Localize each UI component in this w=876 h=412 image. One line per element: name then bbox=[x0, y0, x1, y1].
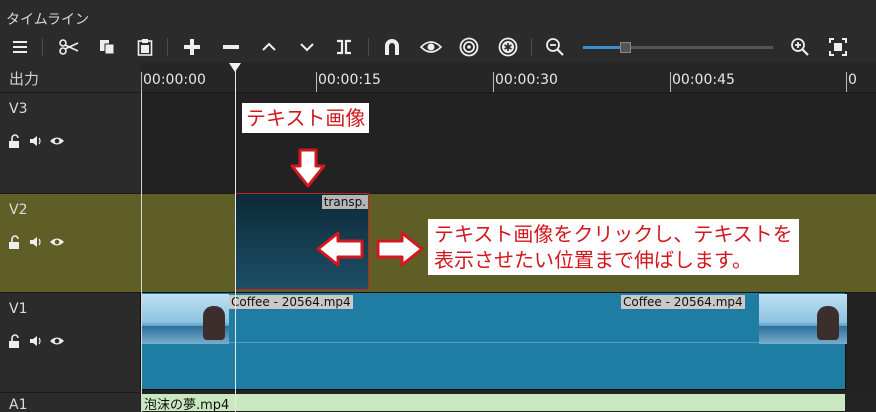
scrub-eye-icon[interactable] bbox=[419, 35, 443, 59]
ripple-all-icon[interactable]: ✱ bbox=[496, 35, 520, 59]
clip-label: 泡沫の夢.mp4 bbox=[144, 398, 230, 412]
mute-icon[interactable] bbox=[28, 133, 44, 149]
menu-icon[interactable] bbox=[8, 35, 32, 59]
zoom-fit-icon[interactable] bbox=[826, 35, 850, 59]
time-ruler[interactable]: 00:00:00 00:00:15 00:00:30 00:00:45 0 bbox=[140, 62, 876, 92]
annotation-text-image: テキスト画像 bbox=[242, 103, 370, 133]
video-clip[interactable]: Coffee - 20564.mp4 Coffee - 20564.mp4 bbox=[140, 292, 847, 390]
ruler-tick bbox=[846, 72, 847, 92]
lock-icon[interactable] bbox=[7, 234, 23, 250]
track-name: A1 bbox=[9, 397, 28, 412]
ruler-tick bbox=[493, 72, 494, 92]
ruler-label: 00:00:45 bbox=[672, 72, 735, 88]
arrow-left-icon bbox=[316, 231, 364, 267]
zoom-slider-fill bbox=[583, 46, 625, 49]
track-name: V2 bbox=[9, 202, 28, 218]
toolbar-separator bbox=[42, 38, 43, 56]
audio-waveform-line bbox=[141, 342, 845, 343]
mute-icon[interactable] bbox=[28, 234, 44, 250]
arrow-right-icon bbox=[376, 231, 424, 267]
track-name: V1 bbox=[9, 301, 28, 317]
ruler-label: 00:00:00 bbox=[143, 72, 206, 88]
clip-label: Coffee - 20564.mp4 bbox=[229, 295, 353, 309]
eye-icon[interactable] bbox=[49, 234, 65, 250]
overwrite-down-icon[interactable] bbox=[295, 35, 319, 59]
track-name: V3 bbox=[9, 101, 28, 117]
arrow-down-icon bbox=[290, 148, 326, 188]
copy-icon[interactable] bbox=[95, 35, 119, 59]
track-header-a1[interactable]: A1 bbox=[0, 392, 140, 412]
audio-clip[interactable]: 泡沫の夢.mp4 bbox=[140, 393, 846, 412]
annotation-line: 表示させたい位置まで伸ばします。 bbox=[434, 248, 752, 272]
timeline-panel-title: タイムライン bbox=[0, 0, 876, 32]
playhead-line[interactable] bbox=[235, 66, 236, 412]
zoom-in-icon[interactable] bbox=[788, 35, 812, 59]
annotation-line: テキスト画像をクリックし、テキストを bbox=[434, 222, 793, 246]
toolbar-separator bbox=[531, 38, 532, 56]
playhead-marker-icon[interactable] bbox=[229, 63, 241, 72]
paste-icon[interactable] bbox=[133, 35, 157, 59]
track-header-v2[interactable]: V2 bbox=[0, 193, 140, 292]
lock-icon[interactable] bbox=[7, 333, 23, 349]
clip-label: Coffee - 20564.mp4 bbox=[621, 295, 745, 309]
ruler-tick bbox=[670, 72, 671, 92]
remove-icon[interactable] bbox=[219, 35, 243, 59]
ruler-label: 00:00:15 bbox=[318, 72, 381, 88]
ruler-tick bbox=[316, 72, 317, 92]
toolbar-separator bbox=[368, 38, 369, 56]
lock-icon[interactable] bbox=[7, 133, 23, 149]
ruler-label: 0 bbox=[848, 72, 857, 88]
output-label: 出力 bbox=[9, 70, 40, 88]
track-header-v3[interactable]: V3 bbox=[0, 92, 140, 193]
ripple-icon[interactable] bbox=[457, 35, 481, 59]
zoom-out-icon[interactable] bbox=[543, 35, 567, 59]
add-icon[interactable] bbox=[180, 35, 204, 59]
lift-up-icon[interactable] bbox=[257, 35, 281, 59]
output-header: 出力 bbox=[0, 62, 140, 92]
clip-label: transp. bbox=[321, 195, 368, 209]
eye-icon[interactable] bbox=[49, 333, 65, 349]
snap-magnet-icon[interactable] bbox=[380, 35, 404, 59]
panel-title-text: タイムライン bbox=[6, 12, 90, 28]
eye-icon[interactable] bbox=[49, 133, 65, 149]
video-thumbnail-start bbox=[141, 294, 229, 344]
annotation-instructions: テキスト画像をクリックし、テキストを 表示させたい位置まで伸ばします。 bbox=[428, 219, 799, 275]
svg-text:✱: ✱ bbox=[503, 41, 512, 54]
split-icon[interactable] bbox=[332, 35, 356, 59]
mute-icon[interactable] bbox=[28, 333, 44, 349]
track-header-v1[interactable]: V1 bbox=[0, 292, 140, 392]
zoom-slider-handle[interactable] bbox=[620, 42, 631, 53]
ruler-label: 00:00:30 bbox=[495, 72, 558, 88]
in-point-line bbox=[141, 92, 142, 412]
ruler-tick bbox=[141, 72, 142, 92]
toolbar-separator bbox=[167, 38, 168, 56]
video-thumbnail-end bbox=[759, 294, 847, 344]
cut-icon[interactable] bbox=[57, 35, 81, 59]
